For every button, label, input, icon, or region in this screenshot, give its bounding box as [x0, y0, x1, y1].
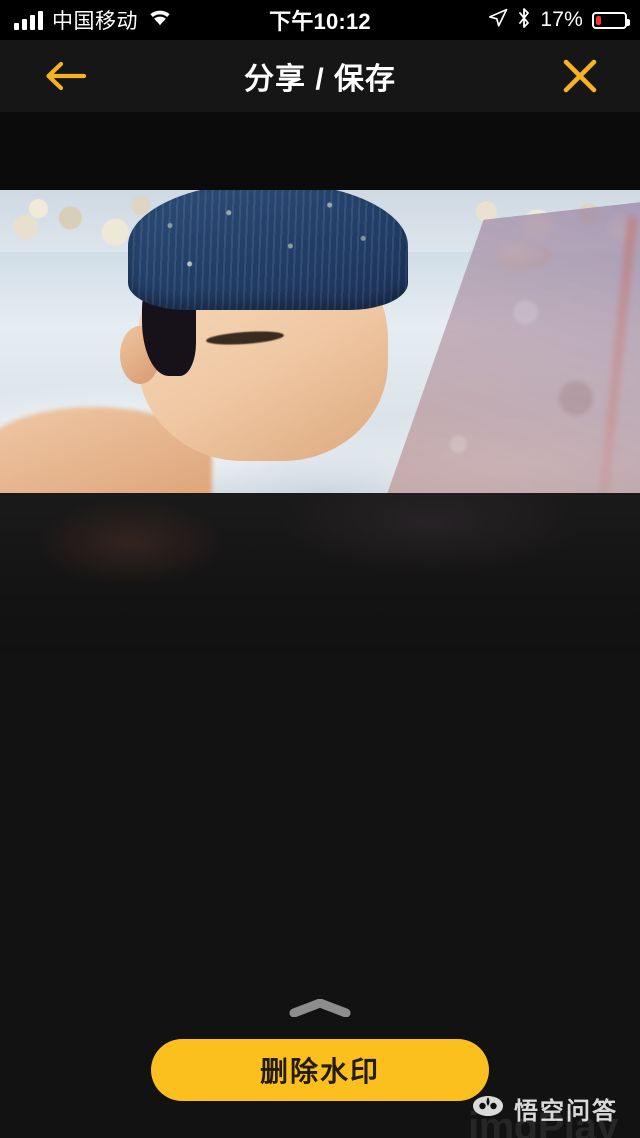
navigation-bar: 分享 / 保存 — [0, 40, 640, 112]
wukong-logo-icon — [471, 1094, 505, 1123]
media-preview-area — [0, 112, 640, 493]
sheet-grabber[interactable] — [288, 998, 352, 1018]
page-title: 分享 / 保存 — [243, 63, 396, 96]
preview-image[interactable] — [0, 190, 640, 493]
dimmed-media-backdrop — [0, 493, 640, 653]
battery-percent-label: 17% — [540, 8, 583, 31]
status-bar-right: 17% — [488, 0, 630, 40]
wukong-watermark: 悟空问答 — [471, 1091, 618, 1126]
location-arrow-icon — [488, 8, 508, 33]
close-button[interactable] — [558, 54, 602, 98]
knit-beanie — [128, 190, 408, 310]
child-head — [120, 190, 410, 461]
share-sheet: imgPlay 声音 删除水印 — [0, 493, 640, 1138]
remove-watermark-button[interactable]: 删除水印 — [151, 1039, 489, 1101]
wukong-watermark-label: 悟空问答 — [514, 1098, 618, 1125]
app-screen: 中国移动 下午10:12 17% 分享 / 保存 imgPlay 删除水印 悟空… — [0, 0, 640, 1138]
battery-icon — [592, 11, 630, 29]
clock-label: 下午10:12 — [269, 9, 371, 34]
status-bar: 中国移动 下午10:12 17% — [0, 0, 640, 40]
bluetooth-icon — [517, 7, 531, 34]
